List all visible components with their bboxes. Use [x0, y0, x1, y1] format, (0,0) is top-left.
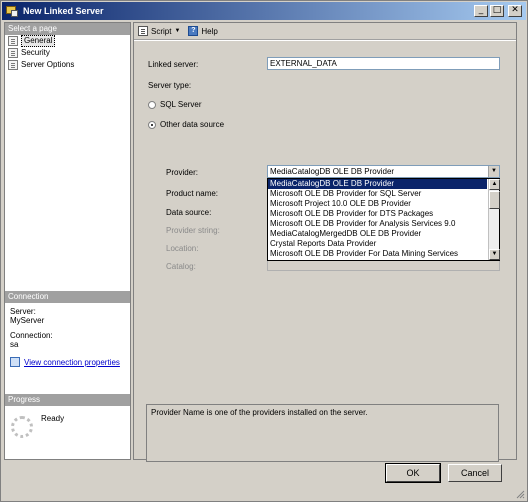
- resize-grip-icon[interactable]: [515, 489, 525, 499]
- progress-header: Progress: [5, 394, 130, 406]
- dropdown-scrollbar[interactable]: ▲ ▼: [488, 179, 500, 260]
- provider-string-label: Provider string:: [166, 226, 220, 235]
- provider-combo-value: MediaCatalogDB OLE DB Provider: [270, 167, 395, 176]
- radio-on-icon: [148, 120, 156, 129]
- window-title: New Linked Server: [23, 6, 104, 16]
- radio-off-icon: [148, 100, 156, 109]
- server-value: MyServer: [10, 316, 45, 325]
- catalog-label: Catalog:: [166, 262, 196, 271]
- chevron-down-icon[interactable]: ▼: [488, 166, 499, 177]
- linked-server-icon: [5, 4, 19, 18]
- toolbar: Script ▼ ? Help: [134, 23, 516, 40]
- provider-option[interactable]: Microsoft OLE DB Provider For Data Minin…: [268, 249, 487, 259]
- script-label: Script: [151, 26, 172, 36]
- chevron-down-icon: ▼: [174, 28, 181, 34]
- page-item-label: Security: [21, 48, 50, 57]
- maximize-button[interactable]: □: [490, 5, 504, 17]
- provider-label: Provider:: [166, 168, 199, 177]
- minimize-button[interactable]: _: [474, 5, 488, 17]
- select-page-header: Select a page: [5, 23, 130, 35]
- page-icon: [8, 48, 18, 58]
- data-source-label: Data source:: [166, 208, 212, 217]
- provider-combo[interactable]: MediaCatalogDB OLE DB Provider ▼: [267, 165, 500, 178]
- provider-option[interactable]: MediaCatalogDB OLE DB Provider: [268, 179, 487, 189]
- scroll-up-arrow-icon[interactable]: ▲: [489, 179, 500, 190]
- close-button[interactable]: ✕: [508, 5, 522, 17]
- provider-dropdown-list[interactable]: MediaCatalogDB OLE DB Provider Microsoft…: [267, 178, 500, 261]
- new-linked-server-dialog: New Linked Server _ □ ✕ Select a page Ge…: [0, 0, 528, 502]
- page-icon: [8, 36, 18, 46]
- progress-spinner-icon: [11, 416, 33, 438]
- provider-option[interactable]: MediaCatalogMergedDB OLE DB Provider: [268, 229, 487, 239]
- scrollbar-thumb[interactable]: [489, 191, 500, 209]
- linked-server-input[interactable]: EXTERNAL_DATA: [267, 57, 500, 70]
- sql-server-radio[interactable]: SQL Server: [148, 100, 202, 109]
- product-name-label: Product name:: [166, 189, 219, 198]
- page-item-server-options[interactable]: Server Options: [5, 59, 130, 71]
- server-type-label: Server type:: [148, 81, 192, 90]
- help-button[interactable]: ? Help: [186, 24, 219, 38]
- progress-section: Progress Ready: [5, 394, 130, 444]
- help-label: Help: [201, 26, 218, 36]
- title-bar[interactable]: New Linked Server _ □ ✕: [2, 2, 526, 20]
- script-button[interactable]: Script ▼: [136, 24, 186, 38]
- location-label: Location:: [166, 244, 199, 253]
- page-icon: [8, 60, 18, 70]
- provider-option[interactable]: Microsoft OLE DB Provider for DTS Packag…: [268, 209, 487, 219]
- provider-option[interactable]: Microsoft Project 10.0 OLE DB Provider: [268, 199, 487, 209]
- scroll-down-arrow-icon[interactable]: ▼: [489, 249, 500, 260]
- linked-server-label: Linked server:: [148, 60, 199, 69]
- ok-button[interactable]: OK: [385, 463, 441, 483]
- description-panel: Provider Name is one of the providers in…: [146, 404, 499, 462]
- right-pane: Script ▼ ? Help Linked server: EXTERNAL_…: [133, 22, 517, 462]
- other-data-source-radio[interactable]: Other data source: [148, 120, 224, 129]
- script-icon: [138, 26, 148, 36]
- page-item-label: General: [21, 35, 56, 47]
- connection-header: Connection: [5, 291, 130, 303]
- cancel-button[interactable]: Cancel: [448, 464, 502, 482]
- connection-value: sa: [10, 340, 19, 349]
- other-data-source-radio-label: Other data source: [160, 120, 225, 129]
- provider-option[interactable]: Microsoft OLE DB Provider for Analysis S…: [268, 219, 487, 229]
- general-page-content: Linked server: EXTERNAL_DATA Server type…: [134, 41, 516, 462]
- left-pane: Select a page General Security Server Op…: [4, 22, 131, 460]
- properties-icon: [10, 357, 20, 367]
- view-connection-properties-link[interactable]: View connection properties: [24, 358, 120, 367]
- provider-option[interactable]: Crystal Reports Data Provider: [268, 239, 487, 249]
- help-icon: ?: [188, 26, 199, 36]
- page-item-label: Server Options: [21, 60, 75, 69]
- sql-server-radio-label: SQL Server: [160, 100, 202, 109]
- page-item-general[interactable]: General: [5, 35, 130, 47]
- server-label: Server:: [10, 307, 36, 316]
- connection-label: Connection:: [10, 331, 53, 340]
- provider-option[interactable]: Microsoft OLE DB Provider for SQL Server: [268, 189, 487, 199]
- page-item-security[interactable]: Security: [5, 47, 130, 59]
- connection-section: Connection Server: MyServer Connection: …: [5, 291, 130, 371]
- progress-status: Ready: [41, 414, 65, 423]
